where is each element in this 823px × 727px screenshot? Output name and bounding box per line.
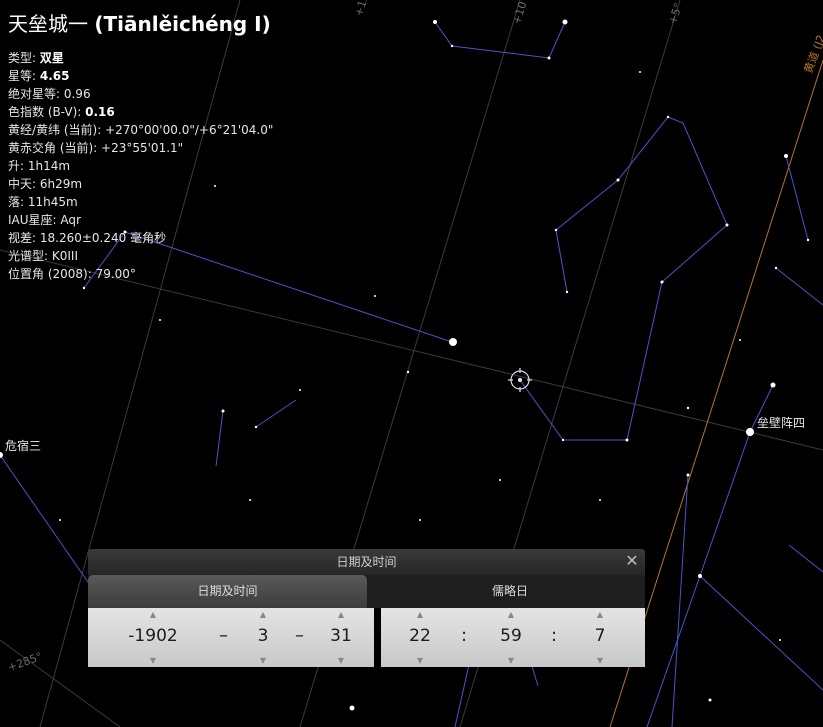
info-value: 双星 bbox=[39, 51, 64, 65]
info-row-constellation: IAU星座: Aqr bbox=[8, 211, 273, 229]
year-up-arrow-icon[interactable]: ▲ bbox=[118, 610, 188, 619]
object-name-cn: 天垒城一 bbox=[8, 12, 88, 36]
hour-up-arrow-icon[interactable]: ▲ bbox=[405, 610, 435, 619]
info-label: 中天: 6h29m bbox=[8, 177, 83, 191]
info-label: 类型: bbox=[8, 51, 40, 65]
second-up-arrow-icon[interactable]: ▲ bbox=[585, 610, 615, 619]
second-down-arrow-icon[interactable]: ▼ bbox=[585, 656, 615, 665]
date-separator: – bbox=[219, 625, 228, 646]
info-label: 星等: bbox=[8, 69, 40, 83]
day-spinner[interactable]: ▲ 31 ▼ bbox=[324, 608, 358, 667]
day-up-arrow-icon[interactable]: ▲ bbox=[324, 610, 358, 619]
minute-spinner[interactable]: ▲ 59 ▼ bbox=[496, 608, 526, 667]
info-row-spectral-type: 光谱型: K0III bbox=[8, 247, 273, 265]
dialog-title-bar[interactable]: 日期及时间 ✕ bbox=[88, 549, 645, 575]
info-row-set: 落: 11h45m bbox=[8, 193, 273, 211]
minute-value[interactable]: 59 bbox=[496, 626, 526, 646]
object-name-pinyin: (Tiānlěichéng I) bbox=[94, 12, 271, 36]
second-value[interactable]: 7 bbox=[585, 626, 615, 646]
date-separator: – bbox=[295, 625, 304, 646]
info-label: 落: 11h45m bbox=[8, 195, 78, 209]
info-label: 视差: 18.260±0.240 毫角秒 bbox=[8, 231, 167, 245]
dialog-title: 日期及时间 bbox=[336, 555, 397, 569]
info-label: 黄经/黄纬 (当前): +270°00'00.0"/+6°21'04.0" bbox=[8, 123, 274, 137]
object-info-panel: 天垒城一 (Tiānlěichéng I) 类型: 双星 星等: 4.65 绝对… bbox=[8, 8, 273, 283]
info-label: IAU星座: Aqr bbox=[8, 213, 81, 227]
star-label-left[interactable]: 危宿三 bbox=[5, 437, 41, 454]
month-spinner[interactable]: ▲ 3 ▼ bbox=[248, 608, 278, 667]
info-label: 升: 1h14m bbox=[8, 159, 71, 173]
date-time-dialog: 日期及时间 ✕ 日期及时间 儒略日 ▲ -1902 ▼ – ▲ 3 ▼ – ▲ … bbox=[88, 549, 645, 667]
month-down-arrow-icon[interactable]: ▼ bbox=[248, 656, 278, 665]
dialog-tabs: 日期及时间 儒略日 bbox=[88, 575, 645, 608]
info-label: 位置角 (2008): 79.00° bbox=[8, 267, 136, 281]
month-value[interactable]: 3 bbox=[248, 626, 278, 646]
tab-date-time[interactable]: 日期及时间 bbox=[88, 575, 367, 608]
info-label: 黄赤交角 (当前): +23°55'01.1" bbox=[8, 141, 184, 155]
info-row-parallax: 视差: 18.260±0.240 毫角秒 bbox=[8, 229, 273, 247]
second-spinner[interactable]: ▲ 7 ▼ bbox=[585, 608, 615, 667]
info-row-position-angle: 位置角 (2008): 79.00° bbox=[8, 265, 273, 283]
month-up-arrow-icon[interactable]: ▲ bbox=[248, 610, 278, 619]
minute-down-arrow-icon[interactable]: ▼ bbox=[496, 656, 526, 665]
object-title: 天垒城一 (Tiānlěichéng I) bbox=[8, 8, 273, 37]
day-value[interactable]: 31 bbox=[324, 626, 358, 646]
time-separator: : bbox=[551, 625, 558, 646]
info-label: 绝对星等: 0.96 bbox=[8, 87, 91, 101]
year-value[interactable]: -1902 bbox=[118, 626, 188, 646]
tab-julian-day[interactable]: 儒略日 bbox=[375, 575, 645, 608]
hour-spinner[interactable]: ▲ 22 ▼ bbox=[405, 608, 435, 667]
time-panel: ▲ 22 ▼ : ▲ 59 ▼ : ▲ 7 ▼ bbox=[381, 608, 645, 667]
day-down-arrow-icon[interactable]: ▼ bbox=[324, 656, 358, 665]
info-row-transit: 中天: 6h29m bbox=[8, 175, 273, 193]
info-row-type: 类型: 双星 bbox=[8, 49, 273, 67]
info-label: 色指数 (B-V): bbox=[8, 105, 86, 119]
info-row-rise: 升: 1h14m bbox=[8, 157, 273, 175]
info-row-color-index: 色指数 (B-V): 0.16 bbox=[8, 103, 273, 121]
star-label-right[interactable]: 垒壁阵四 bbox=[757, 414, 805, 431]
info-row-abs-magnitude: 绝对星等: 0.96 bbox=[8, 85, 273, 103]
info-label: 光谱型: K0III bbox=[8, 249, 78, 263]
info-row-magnitude: 星等: 4.65 bbox=[8, 67, 273, 85]
hour-down-arrow-icon[interactable]: ▼ bbox=[405, 656, 435, 665]
close-icon[interactable]: ✕ bbox=[623, 552, 641, 570]
minute-up-arrow-icon[interactable]: ▲ bbox=[496, 610, 526, 619]
year-spinner[interactable]: ▲ -1902 ▼ bbox=[118, 608, 188, 667]
time-separator: : bbox=[461, 625, 468, 646]
selected-object-marker bbox=[508, 368, 532, 392]
date-panel: ▲ -1902 ▼ – ▲ 3 ▼ – ▲ 31 ▼ bbox=[88, 608, 374, 667]
year-down-arrow-icon[interactable]: ▼ bbox=[118, 656, 188, 665]
info-value: 0.16 bbox=[85, 105, 115, 119]
info-row-ecliptic-coords: 黄经/黄纬 (当前): +270°00'00.0"/+6°21'04.0" bbox=[8, 121, 273, 139]
info-value: 4.65 bbox=[39, 69, 70, 83]
hour-value[interactable]: 22 bbox=[405, 626, 435, 646]
info-row-obliquity: 黄赤交角 (当前): +23°55'01.1" bbox=[8, 139, 273, 157]
